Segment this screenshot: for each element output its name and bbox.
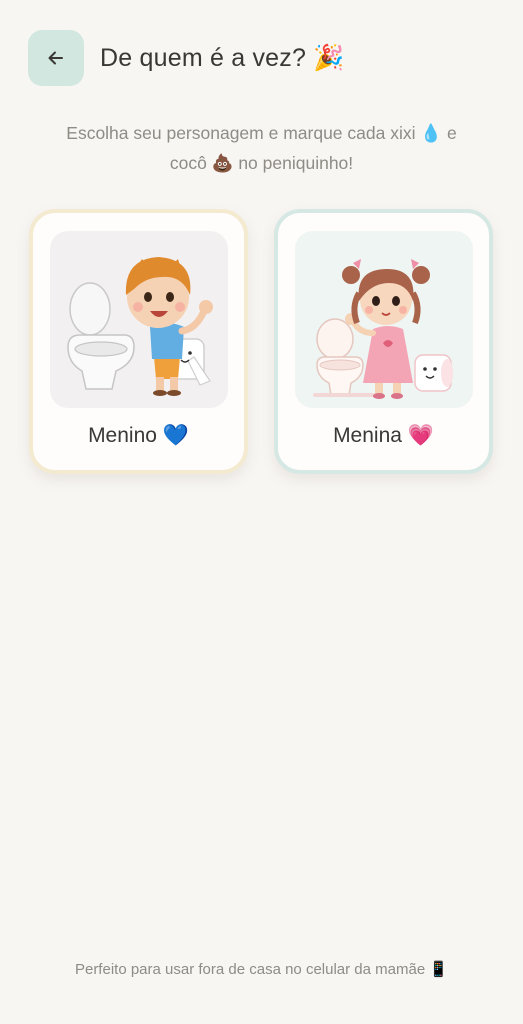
back-button[interactable]	[28, 30, 84, 86]
subtitle: Escolha seu personagem e marque cada xix…	[30, 118, 493, 178]
arrow-left-icon	[48, 51, 63, 65]
card-label-boy: Menino 💙	[88, 424, 189, 447]
character-card-girl[interactable]: Menina 💗	[274, 209, 493, 474]
character-select-screen: De quem é a vez? 🎉 Escolha seu personage…	[0, 0, 523, 1024]
toilet-paper-icon	[414, 354, 453, 392]
character-card-boy[interactable]: Menino 💙	[29, 209, 248, 474]
subtitle-line-1: Escolha seu personagem e marque cada xix…	[66, 123, 457, 143]
page-title: De quem é a vez? 🎉	[100, 43, 345, 72]
subtitle-line-2: cocô 💩 no peniquinho!	[169, 153, 354, 173]
card-label-girl: Menina 💗	[333, 424, 434, 447]
footer-note: Perfeito para usar fora de casa no celul…	[74, 961, 449, 978]
girl-character-illustration	[295, 231, 473, 408]
toilet-icon	[67, 282, 135, 390]
boy-character-illustration	[50, 231, 228, 408]
header: De quem é a vez? 🎉	[28, 30, 503, 86]
